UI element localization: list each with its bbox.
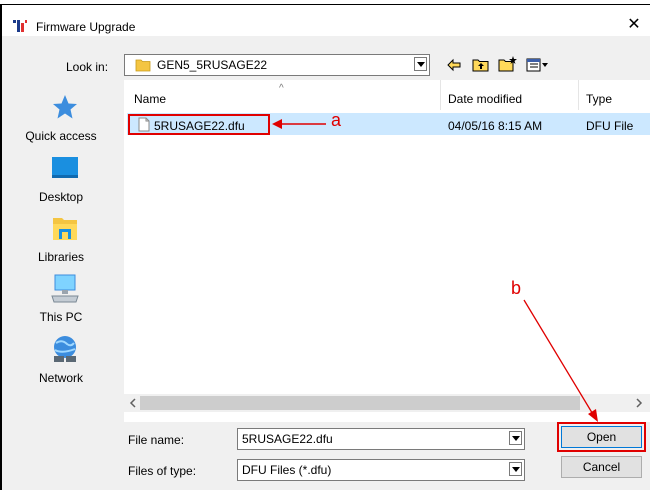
annotation-a-label: a xyxy=(331,110,342,130)
annotation-arrows xyxy=(272,119,598,422)
annotation-b-arrow xyxy=(523,299,595,417)
annotation-a-arrowhead xyxy=(272,119,282,129)
annotation-b-label: b xyxy=(511,278,522,298)
annotation-b-arrowhead xyxy=(588,409,598,422)
